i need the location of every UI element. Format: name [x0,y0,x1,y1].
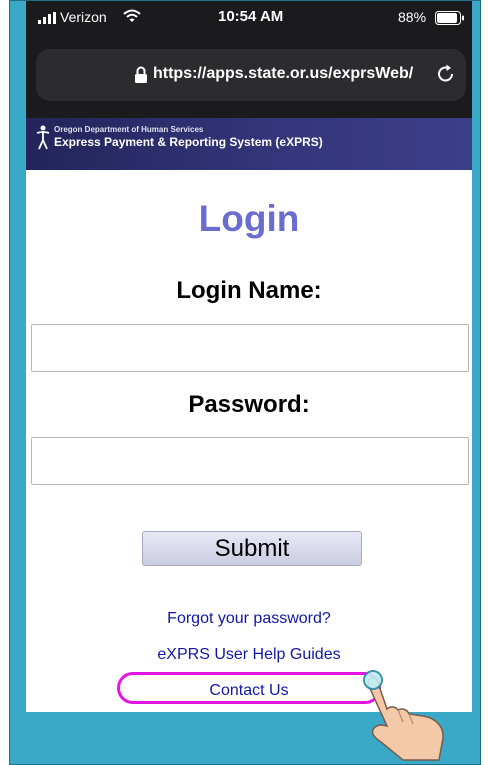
signal-icon [38,12,56,24]
password-input[interactable] [31,437,469,485]
status-bar: Verizon 10:54 AM 88% [26,0,472,36]
wifi-icon [123,9,141,22]
web-page: Oregon Department of Human Services Expr… [26,118,472,712]
banner-org-name: Oregon Department of Human Services [54,125,204,134]
agency-banner: Oregon Department of Human Services Expr… [26,118,472,170]
screenshot: Verizon 10:54 AM 88% https://apps.state.… [0,0,488,765]
url-text: https://apps.state.or.us/exprsWeb/ [153,65,414,82]
login-name-input[interactable] [31,324,469,372]
url-bar[interactable]: https://apps.state.or.us/exprsWeb/ [36,49,466,101]
battery-percent: 88% [398,9,427,25]
page-title: Login [198,198,300,239]
banner-system-name: Express Payment & Reporting System (eXPR… [54,135,323,149]
dhs-logo-icon [36,125,50,150]
lock-icon [135,66,147,83]
reload-icon[interactable] [435,63,457,85]
forgot-password-link[interactable]: Forgot your password? [26,610,472,628]
battery-icon [435,11,464,25]
status-time: 10:54 AM [218,8,284,25]
login-name-label: Login Name: [176,277,322,304]
contact-us-link[interactable]: Contact Us [26,682,472,700]
browser-chrome: Verizon 10:54 AM 88% https://apps.state.… [26,0,472,118]
carrier-name: Verizon [60,9,107,25]
submit-button[interactable]: Submit [142,531,362,566]
password-label: Password: [188,391,310,418]
help-guides-link[interactable]: eXPRS User Help Guides [26,646,472,664]
